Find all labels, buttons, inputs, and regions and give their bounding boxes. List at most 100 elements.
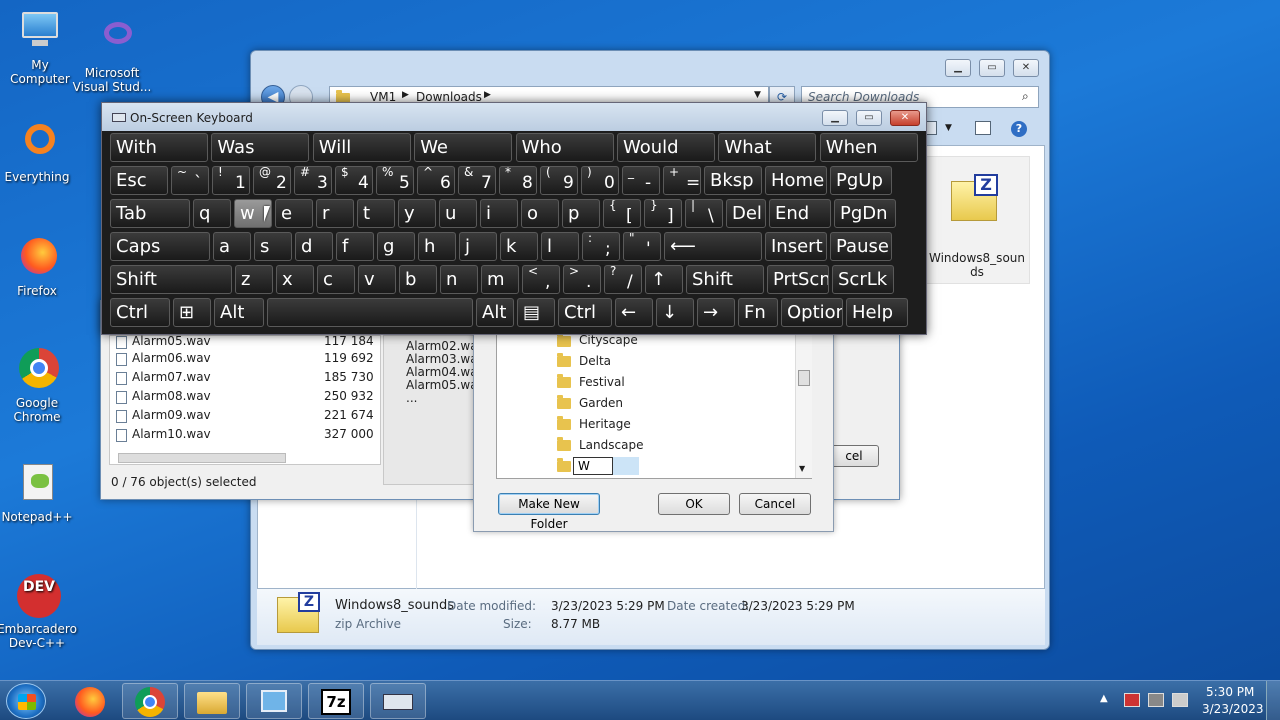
osk-key[interactable]: $4 (335, 166, 373, 195)
vertical-scrollbar[interactable]: ▼ (795, 332, 812, 478)
show-desktop-button[interactable] (1266, 681, 1280, 720)
osk-key[interactable]: }] (644, 199, 682, 228)
make-new-folder-button[interactable]: Make New Folder (498, 493, 600, 531)
osk-key[interactable]: Ctrl (110, 298, 170, 327)
chevron-down-icon[interactable]: ▼ (754, 90, 761, 100)
cancel-button[interactable]: Cancel (739, 493, 811, 515)
osk-key[interactable]: #3 (294, 166, 332, 195)
osk-key[interactable]: :; (582, 232, 620, 261)
archive-file-name[interactable]: Alarm09.wav (132, 408, 211, 422)
osk-key[interactable]: ↑ (645, 265, 683, 294)
osk-key[interactable]: l (541, 232, 579, 261)
minimize-button[interactable]: ▁ (945, 59, 971, 77)
osk-key[interactable]: >. (563, 265, 601, 294)
scrollbar-thumb[interactable] (798, 370, 810, 386)
osk-key[interactable]: v (358, 265, 396, 294)
desktop-icon-my-computer[interactable]: My Computer (0, 10, 80, 86)
folder-tree-item[interactable]: Heritage (579, 417, 631, 431)
preview-pane-icon[interactable] (975, 121, 991, 135)
osk-prediction-key[interactable]: We (414, 133, 513, 162)
osk-key[interactable]: u (439, 199, 477, 228)
osk-key[interactable]: a (213, 232, 251, 261)
osk-key[interactable]: Help (846, 298, 908, 327)
network-icon[interactable] (1148, 693, 1164, 707)
osk-key[interactable]: Insert (765, 232, 827, 261)
osk-prediction-key[interactable]: Would (617, 133, 715, 162)
osk-prediction-key[interactable]: When (819, 133, 918, 162)
osk-key[interactable]: ! 1 (212, 166, 250, 195)
osk-key[interactable]: Esc (110, 166, 168, 195)
osk-key[interactable]: & 7 (458, 166, 496, 195)
osk-minimize-button[interactable]: ▁ (822, 110, 848, 126)
taskbar-control-panel[interactable] (246, 683, 302, 719)
osk-key[interactable]: j (459, 232, 497, 261)
osk-key[interactable]: Pause (830, 232, 892, 261)
osk-key[interactable]: + = (663, 166, 701, 195)
osk-key[interactable]: ↓ (656, 298, 694, 327)
osk-key[interactable]: x (276, 265, 314, 294)
help-icon[interactable]: ? (1011, 121, 1027, 137)
ok-button[interactable]: OK (658, 493, 730, 515)
folder-tree-item[interactable]: Landscape (579, 438, 643, 452)
osk-key[interactable]: @2 (253, 166, 291, 195)
chevron-down-icon[interactable]: ▼ (945, 123, 952, 133)
osk-prediction-key[interactable]: Who (515, 133, 614, 162)
osk-key[interactable]: o (521, 199, 559, 228)
osk-key[interactable]: _ - (622, 166, 660, 195)
start-button[interactable] (6, 683, 46, 719)
osk-key[interactable]: d (295, 232, 333, 261)
osk-key[interactable]: s (254, 232, 292, 261)
desktop-icon-firefox[interactable]: Firefox (0, 236, 77, 298)
osk-key[interactable]: ? / (604, 265, 642, 294)
taskbar-firefox[interactable] (62, 683, 118, 719)
osk-key[interactable]: Alt (476, 298, 514, 327)
osk-key[interactable]: ▤ (517, 298, 555, 327)
maximize-button[interactable]: ▭ (979, 59, 1005, 77)
osk-key[interactable]: ScrLk (832, 265, 894, 294)
archive-file-name[interactable]: Alarm07.wav (132, 370, 211, 384)
osk-key[interactable]: <, (522, 265, 560, 294)
folder-tree-item[interactable]: Garden (579, 396, 623, 410)
osk-key[interactable]: Del (726, 199, 766, 228)
osk-key[interactable]: p (562, 199, 600, 228)
desktop-icon-notepadpp[interactable]: Notepad++ (0, 462, 77, 524)
osk-key[interactable]: ) 0 (581, 166, 619, 195)
osk-prediction-key[interactable]: Was (211, 133, 310, 162)
osk-space-key[interactable] (267, 298, 473, 327)
action-center-icon[interactable] (1124, 693, 1140, 707)
osk-key[interactable]: g (377, 232, 415, 261)
osk-key[interactable]: PgDn (834, 199, 896, 228)
osk-key[interactable]: ~ ` (171, 166, 209, 195)
osk-key[interactable]: | \ (685, 199, 723, 228)
folder-tree-item[interactable]: Festival (579, 375, 625, 389)
archive-file-name[interactable]: Alarm06.wav (132, 351, 211, 365)
osk-key[interactable]: ⊞ (173, 298, 211, 327)
osk-key[interactable]: b (399, 265, 437, 294)
taskbar-explorer[interactable] (184, 683, 240, 719)
osk-key[interactable]: ← (615, 298, 653, 327)
osk-close-button[interactable]: ✕ (890, 110, 920, 126)
osk-key[interactable]: Options (781, 298, 843, 327)
osk-key[interactable]: f (336, 232, 374, 261)
osk-key[interactable]: r (316, 199, 354, 228)
archive-file-name[interactable]: Alarm08.wav (132, 389, 211, 403)
desktop-icon-devcpp[interactable]: DEV Embarcadero Dev-C++ (0, 574, 77, 650)
osk-maximize-button[interactable]: ▭ (856, 110, 882, 126)
horizontal-scrollbar[interactable] (118, 453, 286, 463)
folder-tree-item[interactable]: Cityscape (579, 333, 638, 347)
osk-key[interactable]: {[ (603, 199, 641, 228)
osk-key[interactable]: Tab (110, 199, 190, 228)
osk-key[interactable]: Caps (110, 232, 210, 261)
osk-key[interactable]: ^ 6 (417, 166, 455, 195)
desktop-icon-everything[interactable]: Everything (0, 122, 77, 184)
osk-key[interactable]: e (275, 199, 313, 228)
show-hidden-icons[interactable]: ▲ (1100, 693, 1108, 704)
osk-key[interactable]: n (440, 265, 478, 294)
archive-file-name[interactable]: Alarm05.wav (132, 334, 211, 348)
osk-prediction-key[interactable]: What (718, 133, 817, 162)
osk-key[interactable]: z (235, 265, 273, 294)
osk-key[interactable]: c (317, 265, 355, 294)
osk-key[interactable]: q (193, 199, 231, 228)
osk-key[interactable]: ⟵ (664, 232, 762, 261)
osk-prediction-key[interactable]: With (110, 133, 208, 162)
